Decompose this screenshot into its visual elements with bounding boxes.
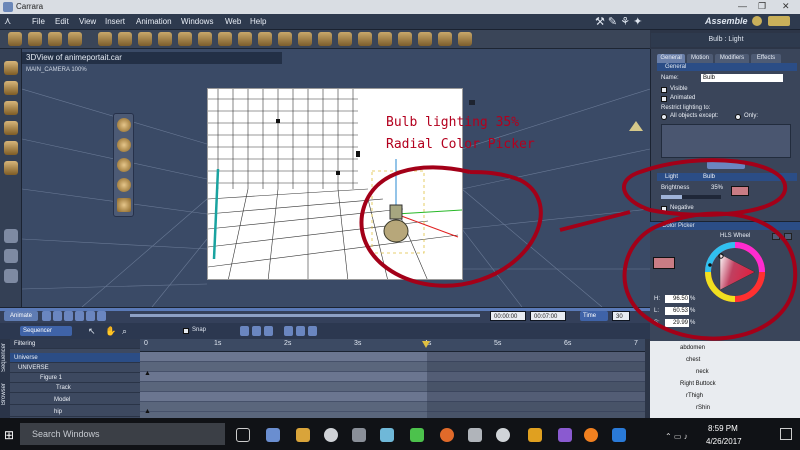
taskbar-carrara-icon[interactable] [324, 428, 338, 442]
annotation-circles [359, 158, 798, 341]
taskbar-app-icon-5[interactable] [380, 428, 394, 442]
taskbar-app-icon-1[interactable] [266, 428, 280, 442]
clock-time[interactable]: 8:59 PM [708, 424, 738, 433]
taskbar-app-icon-8[interactable] [468, 428, 482, 442]
edge-icon[interactable] [612, 428, 626, 442]
firefox-icon[interactable] [584, 428, 598, 442]
taskbar-app-icon-2[interactable] [296, 428, 310, 442]
task-view-icon[interactable] [236, 428, 250, 442]
taskbar-app-icon-7[interactable] [440, 428, 454, 442]
taskbar-app-icon-9[interactable] [496, 428, 510, 442]
clock-date[interactable]: 4/26/2017 [706, 437, 742, 446]
search-placeholder: Search Windows [32, 429, 100, 439]
taskbar-app-icon-10[interactable] [528, 428, 542, 442]
notifications-icon[interactable] [780, 428, 792, 440]
taskbar-app-icon-6[interactable] [410, 428, 424, 442]
taskbar-app-icon-4[interactable] [352, 428, 366, 442]
taskbar-search[interactable]: Search Windows [20, 423, 225, 445]
system-tray-icons[interactable]: ⌃ ▭ ♪ [665, 432, 688, 441]
windows-start-icon[interactable]: ⊞ [4, 428, 14, 442]
taskbar-app-icon-11[interactable] [558, 428, 572, 442]
